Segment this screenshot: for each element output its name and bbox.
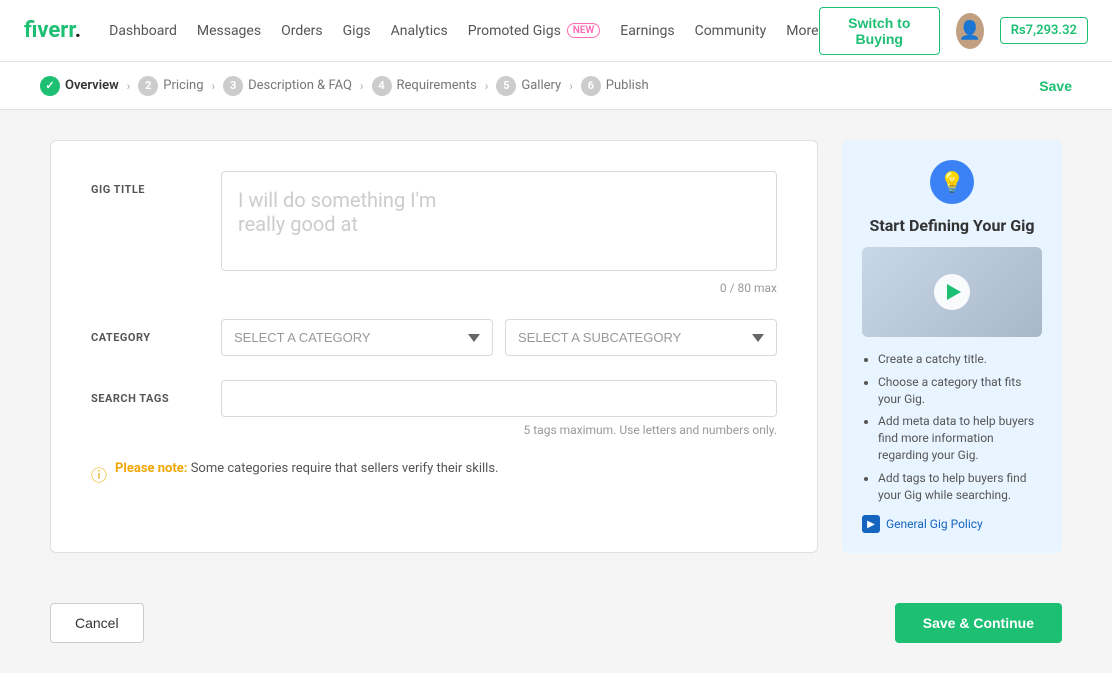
notice-row: ⓘ Please note: Some categories require t… [91,461,777,486]
step-label-publish: Publish [606,78,649,93]
category-label: CATEGORY [91,319,221,344]
subcategory-select[interactable]: SELECT A SUBCATEGORY [505,319,777,356]
category-row: CATEGORY SELECT A CATEGORY SELECT A SUBC… [91,319,777,356]
site-header: fiverr. Dashboard Messages Orders Gigs A… [0,0,1112,62]
bullet-2: Choose a category that fits your Gig. [878,374,1042,408]
form-card: GIG TITLE 0 / 80 max CATEGORY SELECT A C… [50,140,818,553]
sidebar-bullets: Create a catchy title. Choose a category… [862,351,1042,503]
sidebar-title: Start Defining Your Gig [862,216,1042,235]
new-badge: NEW [567,23,601,38]
policy-link-text: General Gig Policy [886,517,983,531]
play-button[interactable] [934,274,970,310]
notice-bold: Please note: [115,461,187,476]
gig-title-input[interactable] [221,171,777,271]
gig-policy-link[interactable]: ▶ General Gig Policy [862,515,1042,533]
category-selects: SELECT A CATEGORY SELECT A SUBCATEGORY [221,319,777,356]
step-description[interactable]: 3 Description & FAQ [223,76,352,96]
search-tags-label: SEARCH TAGS [91,380,221,405]
breadcrumb-bar: ✓ Overview › 2 Pricing › 3 Description &… [0,62,1112,110]
gig-title-label: GIG TITLE [91,171,221,196]
search-tags-row: SEARCH TAGS 5 tags maximum. Use letters … [91,380,777,437]
video-thumbnail[interactable] [862,247,1042,337]
gig-title-row: GIG TITLE 0 / 80 max [91,171,777,295]
step-num-publish: 6 [581,76,601,96]
category-select[interactable]: SELECT A CATEGORY [221,319,493,356]
char-count: 0 / 80 max [221,281,777,295]
search-tags-field: 5 tags maximum. Use letters and numbers … [221,380,777,437]
cancel-button[interactable]: Cancel [50,603,144,643]
step-gallery[interactable]: 5 Gallery [496,76,561,96]
step-requirements[interactable]: 4 Requirements [372,76,477,96]
sidebar-icon-wrap: 💡 [862,160,1042,204]
step-overview[interactable]: ✓ Overview [40,76,119,96]
arrow-1: › [127,79,131,93]
step-num-gallery: 5 [496,76,516,96]
nav-gigs[interactable]: Gigs [343,23,371,39]
step-publish[interactable]: 6 Publish [581,76,649,96]
arrow-3: › [360,79,364,93]
category-field: SELECT A CATEGORY SELECT A SUBCATEGORY [221,319,777,356]
breadcrumb-save-button[interactable]: Save [1039,78,1072,94]
save-continue-button[interactable]: Save & Continue [895,603,1062,643]
step-pricing[interactable]: 2 Pricing [138,76,203,96]
step-label-gallery: Gallery [521,78,561,93]
nav-orders[interactable]: Orders [281,23,323,39]
step-label-overview: Overview [65,78,119,93]
step-label-description: Description & FAQ [248,78,352,93]
step-num-overview: ✓ [40,76,60,96]
nav-more[interactable]: More [786,23,818,39]
arrow-5: › [569,79,573,93]
nav-dashboard[interactable]: Dashboard [109,23,177,39]
policy-icon: ▶ [862,515,880,533]
nav-analytics[interactable]: Analytics [391,23,448,39]
arrow-2: › [212,79,216,93]
bullet-1: Create a catchy title. [878,351,1042,368]
notice-body: Some categories require that sellers ver… [191,461,499,476]
breadcrumb-steps: ✓ Overview › 2 Pricing › 3 Description &… [40,76,1039,96]
bullet-4: Add tags to help buyers find your Gig wh… [878,470,1042,504]
step-num-requirements: 4 [372,76,392,96]
step-num-description: 3 [223,76,243,96]
avatar[interactable]: 👤 [956,13,984,49]
header-right: Switch to Buying 👤 Rs7,293.32 [819,7,1088,55]
step-num-pricing: 2 [138,76,158,96]
form-actions: Cancel Save & Continue [0,583,1112,673]
step-label-pricing: Pricing [163,78,203,93]
nav-promoted-gigs[interactable]: Promoted Gigs NEW [468,23,601,39]
main-nav: Dashboard Messages Orders Gigs Analytics… [109,23,818,39]
lightbulb-icon: 💡 [930,160,974,204]
nav-community[interactable]: Community [695,23,767,39]
nav-earnings[interactable]: Earnings [620,23,674,39]
fiverr-logo[interactable]: fiverr. [24,18,81,43]
gig-title-field: 0 / 80 max [221,171,777,295]
bullet-3: Add meta data to help buyers find more i… [878,413,1042,463]
play-triangle-icon [947,284,961,300]
notice-icon: ⓘ [91,462,107,486]
search-tags-input[interactable] [221,380,777,417]
sidebar-card: 💡 Start Defining Your Gig Create a catch… [842,140,1062,553]
balance-badge: Rs7,293.32 [1000,17,1088,44]
nav-messages[interactable]: Messages [197,23,261,39]
notice-text: Please note: Some categories require tha… [115,461,498,476]
tags-hint: 5 tags maximum. Use letters and numbers … [221,423,777,437]
switch-buying-button[interactable]: Switch to Buying [819,7,940,55]
step-label-requirements: Requirements [397,78,477,93]
arrow-4: › [485,79,489,93]
main-content: GIG TITLE 0 / 80 max CATEGORY SELECT A C… [0,110,1112,583]
